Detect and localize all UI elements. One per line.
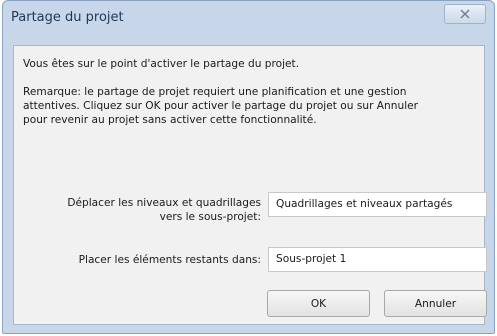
remark-line-2: attentives. Cliquez sur OK pour activer … (23, 100, 419, 112)
place-label: Placer les éléments restants dans: (78, 254, 261, 266)
title-bar[interactable]: Partage du projet (3, 1, 494, 37)
intro-text: Vous êtes sur le point d'activer le part… (23, 58, 300, 70)
cancel-button[interactable]: Annuler (384, 290, 487, 317)
place-target-field[interactable]: Sous-projet 1 (268, 247, 487, 272)
dialog-title: Partage du projet (11, 10, 124, 25)
move-target-field[interactable]: Quadrillages et niveaux partagés (268, 192, 487, 217)
remark-line-3: pour revenir au projet sans activer cett… (23, 114, 317, 126)
remark-line-1: Remarque: le partage de projet requiert … (23, 86, 407, 98)
ok-button[interactable]: OK (267, 290, 370, 317)
close-icon (460, 9, 470, 19)
close-button[interactable] (444, 4, 486, 24)
move-label-line-1: Déplacer les niveaux et quadrillages (67, 197, 261, 209)
dialog-content: Vous êtes sur le point d'activer le part… (13, 45, 487, 325)
dialog-window: Partage du projet Vous êtes sur le point… (2, 0, 495, 334)
move-label-line-2: vers le sous-projet: (159, 211, 261, 223)
